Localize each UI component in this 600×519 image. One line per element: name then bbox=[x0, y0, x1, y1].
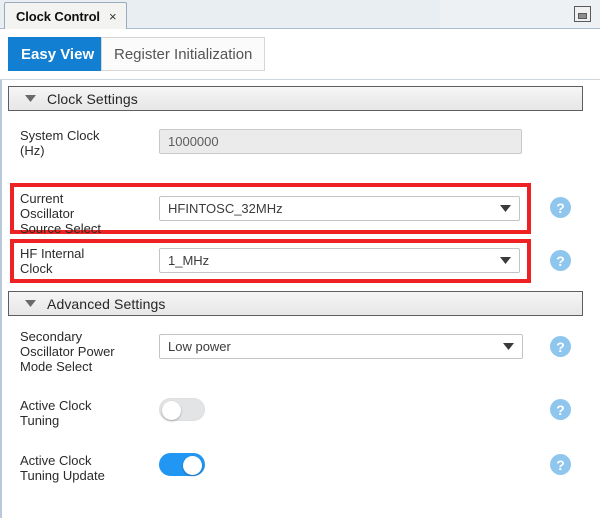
section-title-clock-settings: Clock Settings bbox=[47, 90, 138, 107]
caret-down-icon bbox=[25, 300, 36, 307]
row-hf-internal-clock: HF Internal Clock 1_MHz ? bbox=[2, 239, 600, 283]
current-oscillator-value: HFINTOSC_32MHz bbox=[168, 201, 283, 216]
label-hf-internal-clock-line2: Clock bbox=[20, 261, 53, 276]
label-secondary-oscillator-power-line1: Secondary bbox=[20, 329, 83, 344]
hf-internal-clock-select[interactable]: 1_MHz bbox=[159, 248, 520, 273]
hf-internal-clock-value: 1_MHz bbox=[168, 253, 210, 268]
label-active-clock-tuning: Active Clock Tuning bbox=[20, 398, 150, 428]
toggle-active-clock-tuning-update[interactable] bbox=[159, 453, 205, 476]
system-clock-input: 1000000 bbox=[159, 129, 522, 154]
label-system-clock: System Clock (Hz) bbox=[20, 128, 150, 158]
help-icon-active-clock-tuning[interactable]: ? bbox=[550, 399, 571, 420]
label-secondary-oscillator-power-line3: Mode Select bbox=[20, 359, 93, 374]
label-hf-internal-clock: HF Internal Clock bbox=[20, 246, 150, 276]
settings-panel: Clock Settings System Clock (Hz) 1000000… bbox=[0, 80, 600, 518]
section-header-advanced-settings[interactable]: Advanced Settings bbox=[8, 291, 583, 316]
document-tab-clock-control[interactable]: Clock Control × bbox=[4, 2, 127, 29]
secondary-oscillator-power-value: Low power bbox=[168, 339, 231, 354]
label-current-oscillator-line3: Source Select bbox=[20, 221, 101, 236]
chevron-down-icon bbox=[500, 205, 511, 212]
help-icon-secondary-oscillator-power[interactable]: ? bbox=[550, 336, 571, 357]
label-secondary-oscillator-power-line2: Oscillator Power bbox=[20, 344, 115, 359]
label-system-clock-line1: System Clock bbox=[20, 128, 100, 143]
label-active-clock-tuning-update-line1: Active Clock bbox=[20, 453, 92, 468]
label-hf-internal-clock-line1: HF Internal bbox=[20, 246, 85, 261]
label-system-clock-line2: (Hz) bbox=[20, 143, 45, 158]
row-active-clock-tuning: Active Clock Tuning ? bbox=[2, 398, 600, 440]
chevron-down-icon bbox=[500, 257, 511, 264]
secondary-oscillator-power-select[interactable]: Low power bbox=[159, 334, 523, 359]
tab-easy-view[interactable]: Easy View bbox=[8, 37, 108, 71]
label-current-oscillator-line2: Oscillator bbox=[20, 206, 75, 221]
caret-down-icon bbox=[25, 95, 36, 102]
help-icon-hf-internal-clock[interactable]: ? bbox=[550, 250, 571, 271]
section-header-clock-settings[interactable]: Clock Settings bbox=[8, 86, 583, 111]
toggle-active-clock-tuning[interactable] bbox=[159, 398, 205, 421]
label-active-clock-tuning-line2: Tuning bbox=[20, 413, 60, 428]
label-active-clock-tuning-line1: Active Clock bbox=[20, 398, 92, 413]
clock-control-window: Clock Control × Easy View Register Initi… bbox=[0, 0, 600, 519]
help-icon-active-clock-tuning-update[interactable]: ? bbox=[550, 454, 571, 475]
help-icon-current-oscillator[interactable]: ? bbox=[550, 197, 571, 218]
label-active-clock-tuning-update: Active Clock Tuning Update bbox=[20, 453, 150, 483]
tab-register-initialization[interactable]: Register Initialization bbox=[101, 37, 266, 71]
minimize-icon[interactable] bbox=[574, 6, 591, 22]
label-active-clock-tuning-update-line2: Tuning Update bbox=[20, 468, 105, 483]
toggle-knob bbox=[183, 456, 202, 475]
label-secondary-oscillator-power: Secondary Oscillator Power Mode Select bbox=[20, 329, 160, 374]
row-secondary-oscillator-power: Secondary Oscillator Power Mode Select L… bbox=[2, 329, 600, 381]
label-current-oscillator: Current Oscillator Source Select bbox=[20, 191, 150, 236]
row-system-clock: System Clock (Hz) 1000000 bbox=[2, 128, 600, 162]
current-oscillator-select[interactable]: HFINTOSC_32MHz bbox=[159, 196, 520, 221]
chevron-down-icon bbox=[503, 343, 514, 350]
view-tab-bar: Easy View Register Initialization bbox=[0, 29, 600, 80]
row-current-oscillator: Current Oscillator Source Select HFINTOS… bbox=[2, 183, 600, 236]
label-current-oscillator-line1: Current bbox=[20, 191, 64, 206]
row-active-clock-tuning-update: Active Clock Tuning Update ? bbox=[2, 453, 600, 495]
system-clock-value: 1000000 bbox=[168, 134, 219, 149]
section-title-advanced-settings: Advanced Settings bbox=[47, 295, 166, 312]
close-icon[interactable]: × bbox=[109, 10, 117, 23]
toggle-knob bbox=[162, 401, 181, 420]
document-tab-title: Clock Control bbox=[16, 8, 100, 24]
window-titlebar: Clock Control × bbox=[0, 0, 600, 29]
